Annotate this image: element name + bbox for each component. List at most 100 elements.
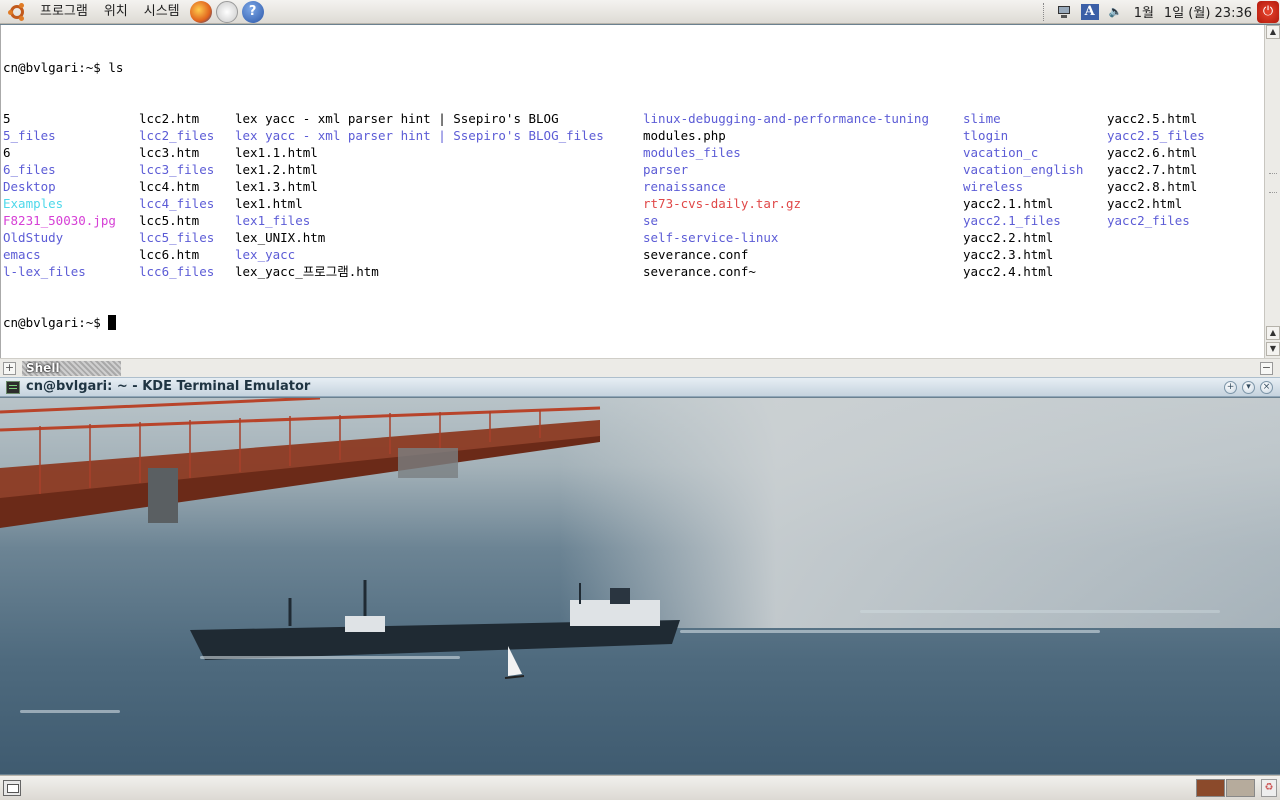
scrollbar-grip[interactable] [1269, 173, 1277, 193]
listing-directory: lcc5_files [139, 230, 215, 245]
scroll-up-button-bottom[interactable]: ▲ [1266, 326, 1280, 340]
listing-row: 6 lcc3.htm lex1.1.html modules_files vacatio… [3, 144, 1263, 161]
listing-row: OldStudy lcc5_files lex_UNIX.htm self-servi… [3, 229, 1263, 246]
scroll-down-button[interactable]: ▼ [1266, 342, 1280, 356]
listing-directory: lex1_files [235, 213, 311, 228]
tab-shell-label: Shell [26, 361, 60, 375]
terminal-icon [6, 381, 20, 394]
listing-file: yacc2.1.html [963, 196, 1054, 211]
listing-directory: yacc2_files [1107, 213, 1190, 228]
window-title: cn@bvlgari: ~ - KDE Terminal Emulator [26, 379, 311, 394]
listing-file: 5 [3, 111, 11, 126]
listing-directory: parser [643, 162, 689, 177]
listing-file: lex_yacc_프로그램.htm [235, 264, 379, 279]
ubuntu-logo-icon[interactable] [8, 2, 26, 21]
menu-applications[interactable]: 프로그램 [32, 0, 96, 24]
listing-directory: lcc3_files [139, 162, 215, 177]
close-tab-button[interactable]: − [1260, 362, 1273, 375]
scroll-up-button[interactable]: ▲ [1266, 25, 1280, 39]
listing-file: yacc2.7.html [1107, 162, 1198, 177]
listing-directory: se [643, 213, 659, 228]
listing-file: severance.conf [643, 247, 749, 262]
evolution-mail-icon[interactable] [215, 0, 238, 23]
listing-row: l-lex_files lcc6_files lex_yacc_프로그램.htm se… [3, 263, 1263, 280]
listing-file: lcc6.htm [139, 247, 200, 262]
listing-file: yacc2.html [1107, 196, 1183, 211]
clock-month[interactable]: 1월 [1129, 2, 1159, 21]
listing-file: severance.conf~ [643, 264, 756, 279]
input-method-icon[interactable]: A [1080, 3, 1099, 20]
listing-row: 6_files lcc3_files lex1.2.html parser vacati… [3, 161, 1263, 178]
workspace-1[interactable] [1196, 779, 1225, 797]
listing-directory: vacation_c [963, 145, 1039, 160]
listing-directory: l-lex_files [3, 264, 86, 279]
listing-file: lex1.1.html [235, 145, 318, 160]
listing-directory: lcc4_files [139, 196, 215, 211]
listing-directory: Desktop [3, 179, 56, 194]
prompt-line: cn@bvlgari:~$ ls [3, 60, 124, 75]
listing-directory: OldStudy [3, 230, 64, 245]
workspace-2[interactable] [1226, 779, 1255, 797]
listing-directory: self-service-linux [643, 230, 779, 245]
listing-file: F8231_50030.jpg [3, 213, 116, 228]
clock[interactable]: 1일 (월) 23:36 [1159, 2, 1257, 21]
listing-file: lex_UNIX.htm [235, 230, 326, 245]
listing-file: lex1.3.html [235, 179, 318, 194]
listing-row: emacs lcc6.htm lex_yacc severance.conf yacc2… [3, 246, 1263, 263]
terminal-scrollbar[interactable]: ▲ ▲ ▼ [1264, 25, 1280, 358]
text-cursor [108, 315, 117, 330]
listing-file: yacc2.6.html [1107, 145, 1198, 160]
terminal-window[interactable]: cn@bvlgari:~$ ls 5 lcc2.htm lex yacc - xml… [0, 25, 1280, 358]
wake-line [200, 656, 460, 659]
terminal-output[interactable]: cn@bvlgari:~$ ls 5 lcc2.htm lex yacc - xml… [3, 25, 1263, 358]
show-desktop-icon[interactable] [3, 780, 21, 796]
wake-line [680, 630, 1100, 633]
listing-file: lex1.2.html [235, 162, 318, 177]
listing-file: rt73-cvs-daily.tar.gz [643, 196, 802, 211]
listing-file: modules.php [643, 128, 726, 143]
menu-places[interactable]: 위치 [96, 0, 136, 24]
listing-directory: lcc6_files [139, 264, 215, 279]
listing-directory: vacation_english [963, 162, 1084, 177]
listing-directory: tlogin [963, 128, 1009, 143]
help-icon[interactable]: ? [241, 0, 264, 23]
listing-row: F8231_50030.jpg lcc5.htm lex1_files se yacc2… [3, 212, 1263, 229]
listing-file: lcc2.htm [139, 111, 200, 126]
ls-listing: 5 lcc2.htm lex yacc - xml parser hint | Ss… [3, 110, 1263, 280]
listing-file: yacc2.8.html [1107, 179, 1198, 194]
listing-file: yacc2.5.html [1107, 111, 1198, 126]
listing-file: yacc2.3.html [963, 247, 1054, 262]
desktop-wallpaper [0, 398, 1280, 774]
network-monitor-icon[interactable] [1055, 4, 1073, 20]
tab-shell[interactable]: Shell [22, 361, 121, 376]
listing-file: lex yacc - xml parser hint | Ssepiro's B… [235, 111, 559, 126]
power-icon[interactable]: ⏻ [1257, 0, 1279, 23]
menu-system[interactable]: 시스템 [136, 0, 188, 24]
listing-file: Examples [3, 196, 64, 211]
prompt-text: cn@bvlgari:~$ [3, 315, 109, 330]
trash-icon[interactable]: ♻ [1261, 779, 1277, 797]
listing-file: lex1.html [235, 196, 303, 211]
listing-directory: emacs [3, 247, 41, 262]
listing-directory: yacc2.5_files [1107, 128, 1205, 143]
listing-file: yacc2.4.html [963, 264, 1054, 279]
listing-directory: slime [963, 111, 1001, 126]
listing-directory: linux-debugging-and-performance-tuning [643, 111, 929, 126]
window-title-bar[interactable]: cn@bvlgari: ~ - KDE Terminal Emulator + … [0, 377, 1280, 397]
prompt-line-current: cn@bvlgari:~$ [3, 314, 1263, 331]
listing-directory: modules_files [643, 145, 741, 160]
volume-icon[interactable]: 🔈 [1107, 4, 1125, 20]
listing-directory: lex yacc - xml parser hint | Ssepiro's B… [235, 128, 604, 143]
listing-file: yacc2.2.html [963, 230, 1054, 245]
maximize-button[interactable]: + [1224, 381, 1237, 394]
firefox-icon[interactable] [189, 0, 212, 23]
tab-bar: + Shell − [0, 358, 1280, 377]
new-tab-button[interactable]: + [3, 362, 16, 375]
close-button[interactable]: × [1260, 381, 1273, 394]
bottom-panel: ♻ [0, 775, 1280, 800]
listing-directory: renaissance [643, 179, 726, 194]
minimize-button[interactable]: ▾ [1242, 381, 1255, 394]
listing-directory: lex_yacc [235, 247, 296, 262]
wake-line [20, 710, 120, 713]
listing-directory: wireless [963, 179, 1024, 194]
